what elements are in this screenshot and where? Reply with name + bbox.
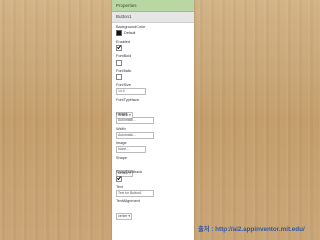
prop-label-text-alignment: TextAlignment [116,199,140,203]
prop-text: Text Text for Button1 [116,185,190,200]
prop-label-font-italic: FontItalic [116,68,132,73]
background-color-value: Default [124,31,136,35]
prop-text-alignment: TextAlignment center ▾ [116,199,190,220]
prop-background-color: BackgroundColor Default [116,25,190,40]
font-bold-checkbox[interactable] [116,59,122,66]
prop-image: Image None... [116,141,190,156]
prop-font-italic: FontItalic [116,69,190,84]
prop-font-bold: FontBold [116,54,190,69]
properties-panel: Properties Button1 BackgroundColor Defau… [112,0,194,240]
font-size-input[interactable]: 14.0 [116,88,146,95]
selected-component-name: Button1 [112,12,194,23]
prop-font-typeface: FontTypeface default ▾ [116,97,190,119]
prop-font-size: FontSize 14.0 [116,83,190,98]
color-swatch[interactable] [116,30,122,36]
text-input[interactable]: Text for Button1 [116,189,154,197]
prop-enabled: Enabled [116,40,190,55]
prop-label-font-typeface: FontTypeface [116,97,140,102]
background-color-picker[interactable]: Default [116,30,190,36]
prop-shape: Shape default ▾ [116,155,190,177]
width-input[interactable]: Automatic... [116,131,154,139]
prop-label-font-bold: FontBold [116,54,132,58]
panel-title: Properties [112,0,194,12]
height-input[interactable]: Automatic... [116,117,154,124]
prop-label-shape: Shape [116,155,127,160]
enabled-checkbox[interactable] [116,45,122,51]
font-italic-checkbox[interactable] [116,74,122,80]
prop-width: Width Automatic... [116,127,190,142]
source-caption: 출처 : http://ai2.appinventor.mit.edu/ [198,226,305,233]
text-alignment-dropdown[interactable]: center ▾ [116,213,133,220]
show-feedback-checkbox[interactable] [116,175,122,182]
prop-label-show-feedback: ShowFeedback [116,170,143,174]
image-input[interactable]: None... [116,146,146,153]
prop-label-enabled: Enabled [116,39,130,44]
property-list: BackgroundColor Default Enabled FontBold… [112,23,194,220]
prop-label-font-size: FontSize [116,83,131,87]
